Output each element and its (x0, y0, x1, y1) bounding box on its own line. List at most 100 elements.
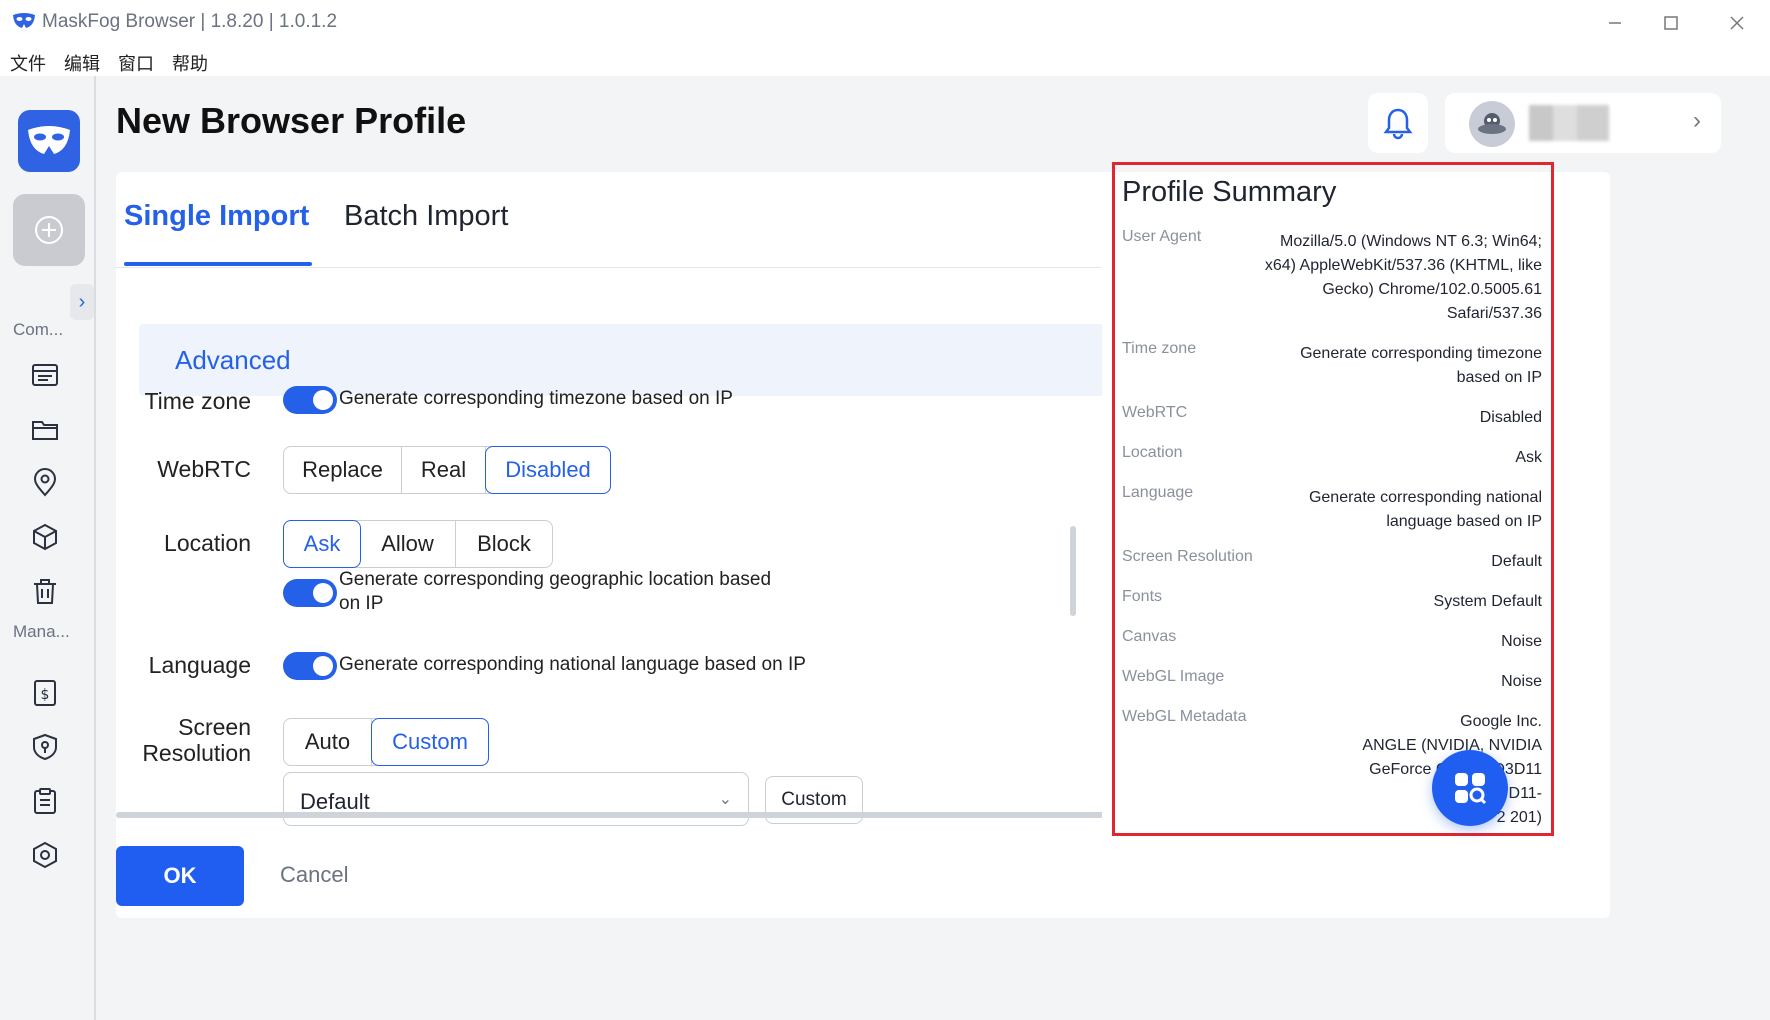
billing-icon[interactable]: $ (28, 676, 62, 710)
maximize-button[interactable] (1656, 8, 1686, 38)
summary-row-value: Noise (1501, 673, 1542, 690)
cancel-button[interactable]: Cancel (280, 862, 348, 888)
summary-row-value: System Default (1433, 593, 1542, 610)
summary-row-key: Canvas (1122, 628, 1177, 645)
window-title: MaskFog Browser | 1.8.20 | 1.0.1.2 (42, 11, 338, 32)
webrtc-segmented-control: Replace Real Disabled (283, 446, 611, 494)
menu-edit[interactable]: 编辑 (64, 50, 100, 76)
location-segmented-control: Ask Allow Block (283, 520, 553, 568)
summary-row-value: Safari/537.36 (1446, 305, 1542, 322)
tab-single-import[interactable]: Single Import (124, 200, 309, 233)
summary-row-key: Fonts (1122, 588, 1163, 605)
new-profile-button[interactable] (13, 194, 85, 266)
summary-row-value: Disabled (1479, 409, 1542, 426)
section-common-label: Com... (13, 320, 64, 339)
summary-row-value: Generate corresponding national (1308, 489, 1542, 506)
location-option-block[interactable]: Block (456, 521, 552, 567)
timezone-label: Time zone (144, 388, 251, 414)
app-logo (18, 110, 80, 172)
summary-row-value: Mozilla/5.0 (Windows NT 6.3; Win64; (1279, 233, 1542, 250)
maskfog-logo-icon (13, 13, 35, 28)
webrtc-option-real[interactable]: Real (402, 447, 486, 493)
vertical-scrollbar[interactable] (1070, 526, 1076, 616)
resolution-label-line2: Resolution (142, 740, 251, 766)
summary-row-value: Default (1491, 553, 1542, 570)
trash-icon[interactable] (28, 574, 62, 608)
summary-row-key: Screen Resolution (1122, 548, 1253, 565)
location-toggle-text-line1: Generate corresponding geographic locati… (339, 569, 772, 590)
language-toggle-text: Generate corresponding national language… (339, 654, 806, 675)
close-button[interactable] (1722, 8, 1752, 38)
resolution-segmented-control: Auto Custom (283, 718, 489, 766)
close-icon (1730, 16, 1744, 30)
tab-batch-import[interactable]: Batch Import (344, 200, 508, 233)
location-option-ask[interactable]: Ask (283, 520, 361, 568)
summary-row-value: Ask (1515, 449, 1542, 466)
expand-sidebar-button[interactable]: › (70, 284, 94, 320)
resolution-option-auto[interactable]: Auto (284, 719, 372, 765)
svg-text:$: $ (41, 687, 50, 703)
notifications-button[interactable] (1368, 93, 1428, 153)
location-label: Location (164, 530, 251, 556)
shield-key-icon[interactable] (28, 730, 62, 764)
settings-hex-icon[interactable] (28, 838, 62, 872)
summary-row-key: WebRTC (1122, 404, 1188, 421)
minimize-icon (1609, 22, 1621, 24)
bell-icon (1383, 108, 1413, 140)
summary-row-key: Location (1122, 444, 1183, 461)
resolution-label-line1: Screen (178, 714, 251, 740)
resolution-option-custom[interactable]: Custom (371, 718, 489, 766)
webrtc-option-disabled[interactable]: Disabled (485, 446, 611, 494)
active-tab-indicator (124, 262, 312, 266)
summary-row-value: Gecko) Chrome/102.0.5005.61 (1322, 281, 1542, 298)
left-sidebar: › Com... Mana... $ (0, 76, 96, 1020)
minimize-button[interactable] (1600, 8, 1630, 38)
title-bar: MaskFog Browser | 1.8.20 | 1.0.1.2 (0, 0, 1770, 44)
menu-bar: 文件 编辑 窗口 帮助 (0, 44, 1770, 76)
menu-file[interactable]: 文件 (10, 50, 46, 76)
webrtc-label: WebRTC (157, 456, 251, 482)
summary-row-key: Time zone (1122, 340, 1197, 357)
menu-window[interactable]: 窗口 (118, 50, 154, 76)
summary-row-value: Google Inc. (1460, 713, 1542, 730)
location-option-allow[interactable]: Allow (360, 521, 456, 567)
language-toggle[interactable] (283, 652, 337, 680)
profile-list-icon[interactable] (28, 358, 62, 392)
account-menu[interactable]: › (1445, 93, 1721, 153)
section-manage-label: Mana... (13, 622, 70, 641)
ok-button[interactable]: OK (116, 846, 244, 906)
summary-row-value: Generate corresponding timezone (1300, 345, 1542, 362)
timezone-toggle[interactable] (283, 386, 337, 414)
timezone-toggle-text: Generate corresponding timezone based on… (339, 388, 733, 409)
summary-row-value: x64) AppleWebKit/537.36 (KHTML, like (1264, 257, 1542, 274)
language-label: Language (148, 652, 251, 678)
horizontal-scrollbar[interactable] (116, 812, 1222, 818)
webrtc-option-replace[interactable]: Replace (284, 447, 402, 493)
summary-row-key: WebGL Image (1122, 668, 1225, 685)
summary-row-key: User Agent (1122, 228, 1202, 245)
summary-row-value: based on IP (1456, 369, 1542, 386)
summary-row-key: WebGL Metadata (1122, 708, 1247, 725)
chevron-right-icon: › (78, 290, 86, 313)
apps-grid-icon (1455, 773, 1487, 805)
chevron-right-icon: › (1693, 107, 1701, 134)
location-toggle-text-line2: on IP (339, 593, 384, 614)
location-toggle[interactable] (283, 579, 337, 607)
apps-fab-button[interactable] (1432, 750, 1508, 826)
maximize-icon (1664, 16, 1678, 30)
menu-help[interactable]: 帮助 (172, 50, 208, 76)
page-title: New Browser Profile (116, 100, 467, 141)
summary-row-value: 2 201) (1496, 809, 1542, 826)
clipboard-icon[interactable] (28, 784, 62, 818)
location-pin-icon[interactable] (28, 466, 62, 500)
summary-row-key: Language (1122, 484, 1194, 501)
package-icon[interactable] (28, 520, 62, 554)
avatar (1469, 101, 1515, 147)
plus-circle-icon (35, 216, 63, 244)
import-tabs: Single Import Batch Import (116, 172, 1222, 268)
summary-row-value: language based on IP (1386, 513, 1542, 530)
robot-avatar-icon (1478, 113, 1506, 134)
username-blurred (1529, 105, 1609, 141)
folder-icon[interactable] (28, 412, 62, 446)
chevron-down-icon: ⌄ (718, 791, 732, 808)
